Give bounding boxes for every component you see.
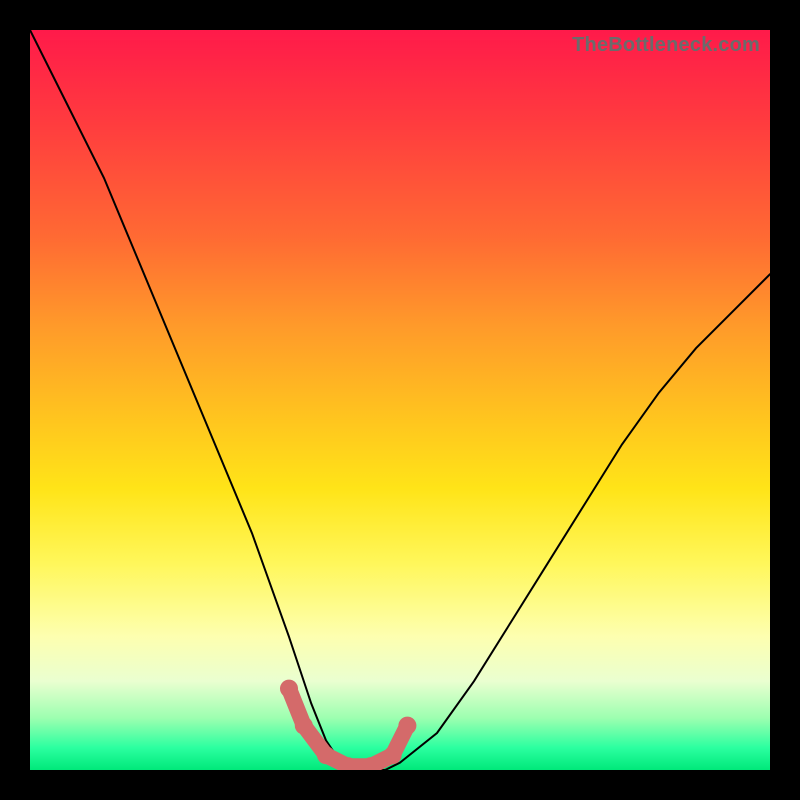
chart-container: TheBottleneck.com [0,0,800,800]
plot-area: TheBottleneck.com [30,30,770,770]
curve-line [30,30,770,770]
bottleneck-curve [30,30,770,770]
trough-markers [280,680,416,770]
